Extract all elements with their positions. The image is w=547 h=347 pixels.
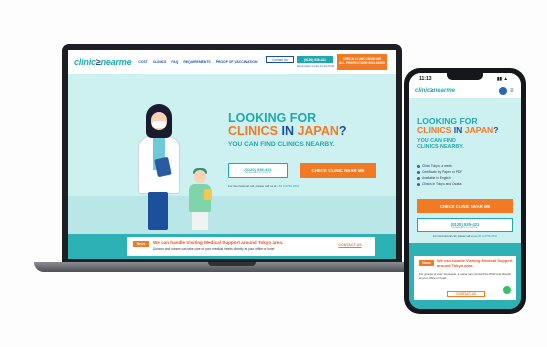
phone-intl-text: For international call, please call us a…	[433, 235, 478, 238]
feature-label: Clinics in Tokyo and Osaka	[422, 182, 462, 186]
hero-intl-number[interactable]: +81 3-6758-2502	[277, 184, 299, 188]
hero-floor	[68, 196, 396, 234]
phone-call-button[interactable]: (0120) 939-421 RESERVATION CENTER	[417, 218, 513, 232]
hero-title-q: ?	[338, 124, 347, 138]
check-icon	[417, 164, 420, 168]
menu-icon[interactable]: ≡	[510, 88, 514, 94]
feature-label: Certificate by Paper or PDF	[422, 170, 463, 174]
phone-notch	[447, 73, 483, 80]
phone-news-notice: News We can handle Visiting Medical Supp…	[414, 256, 516, 300]
phone-title-q: ?	[493, 125, 499, 135]
nav-link-proof-of-vaccination[interactable]: PROOF OF VACCINATION	[216, 60, 258, 64]
notice-body: Doctors and nurses can take care of your…	[153, 247, 275, 251]
check-icon	[417, 182, 420, 186]
phone-hero-title: LOOKING FOR CLINICS IN JAPAN?	[417, 117, 517, 135]
news-notice: News We can handle Visiting Medical Supp…	[127, 237, 375, 256]
notice-title: We can handle Visiting Medical Support a…	[153, 240, 284, 245]
phone-hero-subtitle: YOU CAN FIND CLINICS NEARBY.	[417, 138, 497, 151]
phone-feature-list: Clinic Tokyo, a week Certificate by Pape…	[417, 163, 513, 187]
status-time: 11:13	[419, 76, 432, 82]
phone-check-clinic-button[interactable]: CHECK CLINIC NEAR ME	[417, 199, 513, 213]
phone-contact-us-button[interactable]: CONTACT US	[447, 291, 485, 297]
feature-label: Available in English	[422, 176, 451, 180]
nurse-head	[194, 170, 206, 183]
doctor-mask	[152, 121, 166, 128]
hero-subtitle: YOU CAN FIND CLINICS NEARBY.	[228, 141, 335, 148]
laptop-notch	[208, 262, 256, 266]
phone-status-bar: 11:13 ▮▮ ▲	[409, 73, 521, 85]
hero-title: LOOKING FOR CLINICS IN JAPAN?	[228, 112, 388, 138]
logo-text-right: nearme	[100, 57, 132, 67]
phone-logo-text-right: nearme	[433, 88, 455, 94]
nav-link-requirements[interactable]: REQUIREMENTS	[183, 60, 210, 64]
site-logo[interactable]: clinic≥nearme	[74, 57, 132, 67]
phone-logo-text-left: clinic	[415, 88, 431, 94]
phone-screen: 11:13 ▮▮ ▲ clinic≥nearme ≡ LOOKING FOR C…	[409, 73, 521, 309]
phone-title-in: IN	[451, 125, 465, 135]
phone-notice-title: We can handle Visiting Medical Support a…	[437, 258, 513, 268]
nav-link-clinics[interactable]: CLINICS	[153, 60, 167, 64]
hero-title-japan: JAPAN	[297, 124, 339, 138]
doctor-legs	[148, 192, 168, 230]
contact-us-link[interactable]: CONTACT US	[331, 243, 369, 247]
hero-intl-call: For international call, please call us a…	[228, 184, 378, 188]
chat-icon[interactable]	[502, 285, 512, 295]
check-icon	[417, 170, 420, 174]
signal-battery-icon: ▮▮ ▲	[497, 76, 508, 81]
hero-intl-text: For international call, please call us a…	[228, 184, 278, 188]
logo-text-left: clinic	[74, 57, 96, 67]
phone-intl-call: For international call, please call us a…	[415, 235, 515, 238]
site-navbar: clinic≥nearme COST CLINICS FAQ REQUIREME…	[68, 50, 396, 74]
phone-notice-body: For groups of over 10 people, a nurse ca…	[419, 272, 511, 280]
phone-title-clinics: CLINICS	[417, 125, 452, 135]
phone-title-japan: JAPAN	[464, 125, 494, 135]
feature-item: Clinics in Tokyo and Osaka	[417, 181, 513, 187]
laptop-screen: clinic≥nearme COST CLINICS FAQ REQUIREME…	[68, 50, 396, 259]
hero-title-line2: CLINICS IN JAPAN?	[228, 125, 388, 138]
hero-section: LOOKING FOR CLINICS IN JAPAN? YOU CAN FI…	[68, 74, 396, 234]
tablet-icon	[204, 189, 212, 200]
nav-check-clinic-button[interactable]: CHECK CLINIC NEAR ME ALL PREFECTURE INCL…	[337, 54, 387, 70]
news-badge: News	[133, 241, 149, 247]
hero-title-clinics: CLINICS	[228, 124, 278, 138]
nav-cta-sublabel: ALL PREFECTURE INCLUDED	[339, 61, 385, 66]
phone-subtitle-line2: CLINICS NEARBY.	[417, 144, 464, 151]
phone-call-note: RESERVATION CENTER	[452, 226, 478, 229]
phone-intl-number[interactable]: +81 3-6758-2502	[477, 235, 497, 238]
nav-link-faq[interactable]: FAQ	[171, 60, 178, 64]
reservation-hours: Reservation Center 10:00-22:00	[297, 65, 334, 68]
phone-title-line2: CLINICS IN JAPAN?	[417, 126, 517, 135]
device-mockup-stage: clinic≥nearme COST CLINICS FAQ REQUIREME…	[0, 0, 547, 347]
hero-check-clinic-button[interactable]: CHECK CLINIC NEAR ME	[300, 163, 376, 178]
check-icon	[417, 176, 420, 180]
phone-header: clinic≥nearme ≡	[409, 85, 521, 98]
nav-links: COST CLINICS FAQ REQUIREMENTS PROOF OF V…	[138, 60, 257, 64]
nav-phone-button[interactable]: (0120) 939-421	[297, 56, 333, 63]
hero-phone-note: RESERVATION CENTER	[245, 172, 271, 174]
phone-news-badge: News	[419, 260, 434, 266]
hero-phone-button[interactable]: (0120) 939-421 RESERVATION CENTER	[228, 163, 288, 178]
contact-us-button[interactable]: Contact Us	[266, 56, 294, 63]
globe-icon[interactable]	[499, 87, 507, 95]
nurse-legs	[192, 212, 208, 230]
hero-title-in: IN	[278, 124, 298, 138]
nav-link-cost[interactable]: COST	[138, 60, 147, 64]
feature-label: Clinic Tokyo, a week	[422, 164, 452, 168]
phone-site-logo[interactable]: clinic≥nearme	[415, 88, 455, 94]
